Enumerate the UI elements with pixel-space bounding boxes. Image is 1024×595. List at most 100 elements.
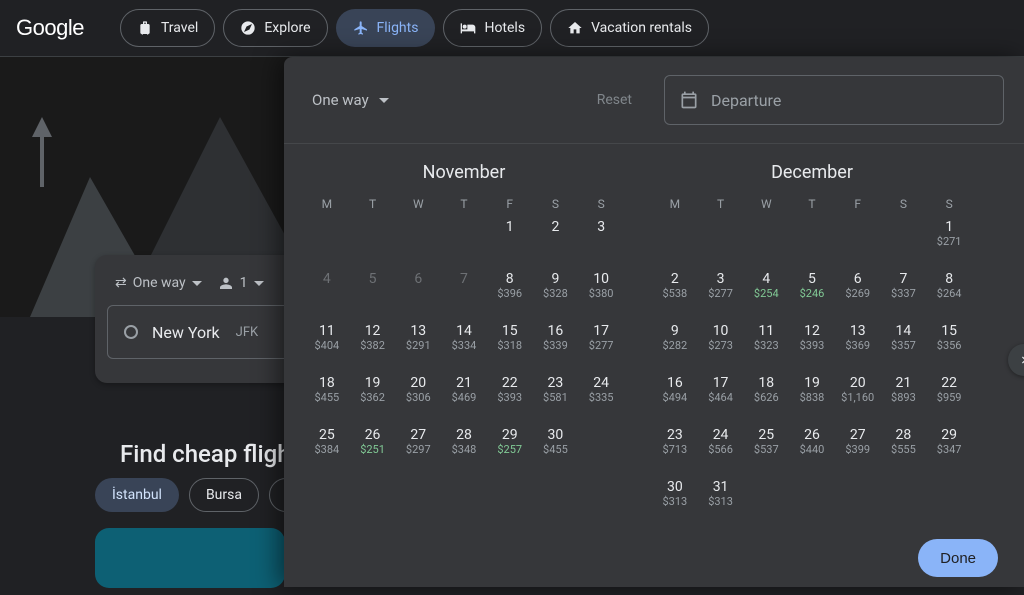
- day-number: 7: [441, 271, 487, 287]
- calendar-day[interactable]: 30$313: [652, 477, 698, 519]
- nav-explore[interactable]: Explore: [223, 9, 327, 47]
- month-november: November M T W T F S S 12345678$3969$328…: [304, 152, 624, 519]
- person-icon: [218, 275, 234, 291]
- city-chip-bursa[interactable]: Bursa: [189, 478, 259, 512]
- calendar-day[interactable]: 12$382: [350, 321, 396, 363]
- day-number: 30: [652, 479, 698, 495]
- departure-input[interactable]: Departure: [664, 75, 1004, 125]
- calendar-day[interactable]: 30$455: [533, 425, 579, 467]
- chevron-down-icon: [379, 98, 389, 103]
- calendar-day[interactable]: 11$323: [743, 321, 789, 363]
- plane-icon: [353, 20, 369, 36]
- calendar-day[interactable]: 23$713: [652, 425, 698, 467]
- calendar-day[interactable]: 12$393: [789, 321, 835, 363]
- calendar-day[interactable]: 13$291: [395, 321, 441, 363]
- modal-trip-type-dropdown[interactable]: One way: [304, 81, 397, 119]
- calendar-day[interactable]: 22$393: [487, 373, 533, 415]
- day-number: 18: [304, 375, 350, 391]
- calendar-day[interactable]: 2$538: [652, 269, 698, 311]
- calendar-day[interactable]: 24$566: [698, 425, 744, 467]
- calendar-day[interactable]: 17$277: [578, 321, 624, 363]
- calendar-day[interactable]: 15$356: [926, 321, 972, 363]
- calendar-day[interactable]: 20$306: [395, 373, 441, 415]
- calendar-day[interactable]: 21$893: [881, 373, 927, 415]
- calendar-day[interactable]: 3: [578, 217, 624, 259]
- nav-vacation[interactable]: Vacation rentals: [550, 9, 709, 47]
- calendar-day[interactable]: 28$348: [441, 425, 487, 467]
- day-number: 7: [881, 271, 927, 287]
- calendar-day[interactable]: 13$369: [835, 321, 881, 363]
- modal-header: One way Reset Departure: [284, 57, 1024, 143]
- calendar-day[interactable]: 6$269: [835, 269, 881, 311]
- calendar-day[interactable]: 20$1,160: [835, 373, 881, 415]
- google-logo[interactable]: Google: [16, 15, 84, 41]
- calendar-day[interactable]: 25$384: [304, 425, 350, 467]
- nav-flights[interactable]: Flights: [336, 9, 436, 47]
- day-number: 6: [395, 271, 441, 287]
- day-number: 4: [743, 271, 789, 287]
- calendar-day[interactable]: 23$581: [533, 373, 579, 415]
- dow: S: [926, 197, 972, 211]
- calendar-blank: [698, 217, 744, 259]
- calendar-day[interactable]: 31$313: [698, 477, 744, 519]
- calendar-day[interactable]: 4$254: [743, 269, 789, 311]
- calendar-day[interactable]: 1: [487, 217, 533, 259]
- calendar-day[interactable]: 26$440: [789, 425, 835, 467]
- done-button[interactable]: Done: [918, 539, 998, 577]
- day-number: 18: [743, 375, 789, 391]
- city-chip-istanbul[interactable]: İstanbul: [95, 478, 179, 512]
- nav-explore-label: Explore: [264, 20, 310, 36]
- calendar-day[interactable]: 22$959: [926, 373, 972, 415]
- calendar-day[interactable]: 11$404: [304, 321, 350, 363]
- calendar-day[interactable]: 17$464: [698, 373, 744, 415]
- calendar-day[interactable]: 27$399: [835, 425, 881, 467]
- dow: W: [743, 197, 789, 211]
- calendar-day[interactable]: 10$380: [578, 269, 624, 311]
- day-price: $581: [533, 391, 579, 404]
- day-price: $251: [350, 443, 396, 456]
- calendar-day[interactable]: 3$277: [698, 269, 744, 311]
- calendar-day[interactable]: 2: [533, 217, 579, 259]
- dow: F: [835, 197, 881, 211]
- nav-hotels[interactable]: Hotels: [443, 9, 542, 47]
- day-number: 4: [304, 271, 350, 287]
- calendar-day[interactable]: 24$335: [578, 373, 624, 415]
- calendar-day[interactable]: 16$494: [652, 373, 698, 415]
- calendar-day[interactable]: 8$264: [926, 269, 972, 311]
- calendar-day[interactable]: 28$555: [881, 425, 927, 467]
- passengers-dropdown[interactable]: 1: [218, 275, 264, 291]
- calendar-day[interactable]: 15$318: [487, 321, 533, 363]
- calendar-day[interactable]: 9$328: [533, 269, 579, 311]
- calendar-day[interactable]: 10$273: [698, 321, 744, 363]
- calendar-day[interactable]: 27$297: [395, 425, 441, 467]
- calendar-day[interactable]: 1$271: [926, 217, 972, 259]
- calendar-day[interactable]: 14$334: [441, 321, 487, 363]
- day-price: $357: [881, 339, 927, 352]
- calendar-day[interactable]: 19$838: [789, 373, 835, 415]
- trip-type-dropdown[interactable]: ⇄ One way: [115, 275, 202, 291]
- calendar-day[interactable]: 26$251: [350, 425, 396, 467]
- day-number: 8: [487, 271, 533, 287]
- calendar-day[interactable]: 25$537: [743, 425, 789, 467]
- calendar-day[interactable]: 5$246: [789, 269, 835, 311]
- next-month-button[interactable]: [1008, 344, 1024, 376]
- calendar-day[interactable]: 7$337: [881, 269, 927, 311]
- trip-type-label: One way: [133, 275, 186, 291]
- calendar-day[interactable]: 21$469: [441, 373, 487, 415]
- dow: T: [698, 197, 744, 211]
- nav-travel[interactable]: Travel: [120, 9, 215, 47]
- calendar-day[interactable]: 18$626: [743, 373, 789, 415]
- calendar-day[interactable]: 29$257: [487, 425, 533, 467]
- house-icon: [567, 20, 583, 36]
- calendar-day[interactable]: 19$362: [350, 373, 396, 415]
- reset-button[interactable]: Reset: [583, 84, 646, 116]
- calendar-day[interactable]: 16$339: [533, 321, 579, 363]
- map-thumbnail[interactable]: [95, 528, 285, 588]
- calendar-day[interactable]: 9$282: [652, 321, 698, 363]
- calendar-day[interactable]: 8$396: [487, 269, 533, 311]
- calendar-day[interactable]: 14$357: [881, 321, 927, 363]
- day-price: $297: [395, 443, 441, 456]
- calendar-day[interactable]: 29$347: [926, 425, 972, 467]
- day-price: $369: [835, 339, 881, 352]
- calendar-day[interactable]: 18$455: [304, 373, 350, 415]
